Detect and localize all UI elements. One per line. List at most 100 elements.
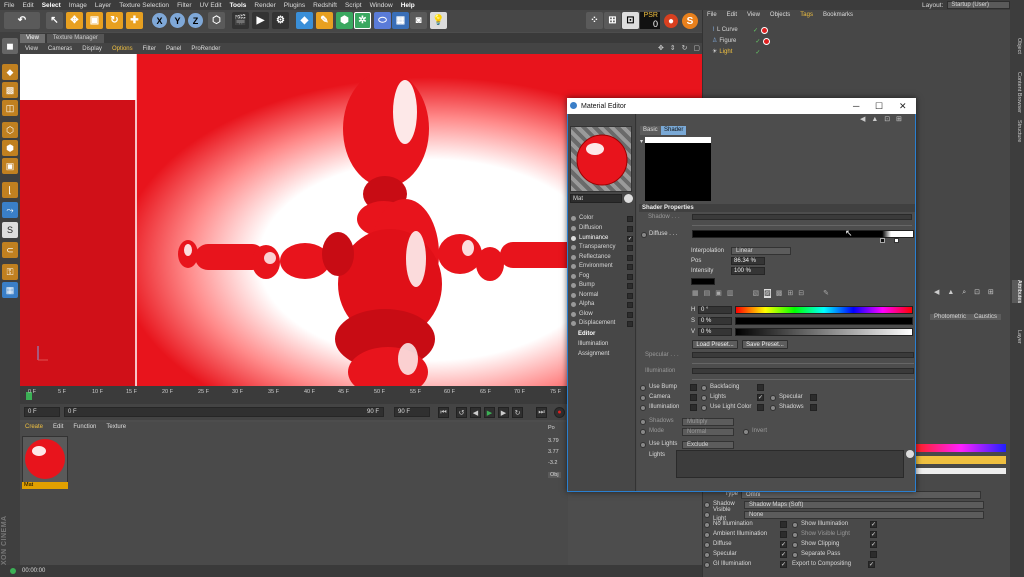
go-to-end-icon[interactable]: ⏭ [536,407,547,418]
coords-mode-button[interactable]: Obj [548,472,561,478]
menu-render[interactable]: Render [250,2,279,9]
radio[interactable] [792,541,798,548]
saturation-slider[interactable] [735,317,913,325]
object-row-lcurve[interactable]: ⌇ L Curve ✓ [712,26,797,35]
channel-checkbox[interactable] [627,225,633,232]
menu-redshift[interactable]: Redshift [309,2,341,9]
menu-layer[interactable]: Layer [91,2,115,9]
render-view-icon[interactable]: 🎬 [232,12,249,29]
material-options-icon[interactable] [624,194,633,203]
object-row-light[interactable]: ☀ Light ✓ [712,48,797,57]
value-slider[interactable] [735,328,913,336]
checkbox[interactable]: ✓ [780,551,787,558]
lock-icon[interactable]: ⊡ [622,12,639,29]
lights-list[interactable] [676,450,904,478]
make-editable-icon[interactable]: ◼ [2,38,18,54]
rgb-mode-icon[interactable]: ▧ [753,289,760,298]
pos-field[interactable]: 86.34 % [731,257,765,265]
start-frame-field[interactable]: 0 F [24,407,60,417]
checkbox[interactable] [810,404,817,411]
previous-frame-icon[interactable]: ◀ [470,407,481,418]
undo-icon[interactable]: ↶ [4,12,40,29]
menu-texture-selection[interactable]: Texture Selection [115,2,173,9]
z-axis-icon[interactable]: Z [188,13,203,28]
checkbox[interactable] [780,531,787,538]
obj-menu-file[interactable]: File [702,12,722,18]
kelvin-mode-icon[interactable]: ▩ [776,289,783,298]
visibility-check-icon[interactable]: ✓ [755,50,761,56]
tweak-mode-icon[interactable]: ⤳ [2,202,18,218]
checkbox[interactable] [690,404,697,411]
s-field[interactable]: 0 % [698,317,732,325]
channel-checkbox[interactable] [627,292,633,299]
array-icon[interactable]: ✲ [354,12,371,29]
lock-workplane-icon[interactable]: ⚿ [2,264,18,280]
close-icon[interactable]: ✕ [899,101,907,112]
menu-select[interactable]: Select [38,2,65,9]
illumination-gradient-bar[interactable] [692,368,914,374]
v-field[interactable]: 0 % [698,328,732,336]
checkbox[interactable] [690,394,697,401]
mat-menu-edit[interactable]: Edit [48,424,68,430]
checkbox[interactable]: ✓ [870,531,877,538]
channel-glow[interactable]: Glow [571,310,633,319]
channel-luminance[interactable]: Luminance ✓ [571,234,633,243]
channel-checkbox[interactable] [627,254,633,261]
radio[interactable] [640,394,646,401]
radio[interactable] [640,418,646,425]
shadow-radio[interactable] [704,501,710,508]
points-mode-icon[interactable]: ⬡ [2,122,18,138]
visible-light-radio[interactable] [704,511,710,518]
substance-icon[interactable]: S [682,13,698,29]
illumination-gradient-knots[interactable] [692,376,914,380]
subdivision-icon[interactable]: ⬢ [336,12,353,29]
checkbox[interactable] [780,521,787,528]
save-preset-button[interactable]: Save Preset... [742,340,788,349]
go-to-start-icon[interactable]: ⏮ [438,407,449,418]
shader-preview[interactable] [645,137,711,201]
radio[interactable] [792,521,798,528]
color-hue-strip[interactable] [916,444,1006,452]
menu-help[interactable]: Help [397,2,419,9]
menu-uv-edit[interactable]: UV Edit [196,2,226,9]
material-editor-titlebar[interactable]: Material Editor ─ ☐ ✕ [567,98,916,114]
coord-z[interactable]: -3.2 [548,460,557,466]
obj-menu-bookmarks[interactable]: Bookmarks [818,12,858,18]
h-field[interactable]: 0 ° [698,306,732,314]
channel-checkbox[interactable] [627,301,633,308]
tab-texture-manager[interactable]: Texture Manager [46,33,104,43]
radio[interactable] [640,384,646,391]
channel-displacement[interactable]: Displacement [571,319,633,328]
axis-mode-icon[interactable]: ⌊ [2,182,18,198]
mode-dropdown[interactable]: Normal [682,427,734,436]
shadows-dropdown[interactable]: Multiply [682,417,734,426]
radio[interactable] [704,541,710,548]
hue-slider[interactable] [735,306,913,314]
next-frame-icon[interactable]: ▶ [498,407,509,418]
knot-color-swatch[interactable] [691,278,715,285]
channel-color[interactable]: Color [571,214,633,223]
shader-collapse-icon[interactable]: ▾ [640,138,643,145]
channel-normal[interactable]: Normal [571,291,633,300]
object-row-figure[interactable]: ♙ Figure ✓ [712,37,797,46]
render-settings-icon[interactable]: ⚙ [272,12,289,29]
menu-tools[interactable]: Tools [226,2,251,9]
viewport-menu-filter[interactable]: Filter [138,46,161,52]
diffuse-gradient-bar[interactable] [692,230,914,238]
maximize-icon[interactable]: ☐ [875,101,883,112]
spectrum-icon[interactable]: ▤ [704,289,711,298]
radio[interactable] [704,551,710,558]
polygons-mode-icon[interactable]: ▣ [2,158,18,174]
channel-checkbox[interactable] [627,244,633,251]
rotate-tool-icon[interactable]: ↻ [106,12,123,29]
shadow-gradient-bar[interactable] [692,214,912,220]
checkbox[interactable]: ✓ [870,521,877,528]
add-tool-icon[interactable]: ✚ [126,12,143,29]
snap-icon[interactable]: ⁘ [586,12,603,29]
coord-x[interactable]: 3.79 [548,438,559,444]
x-axis-icon[interactable]: X [152,13,167,28]
checkbox[interactable]: ✓ [870,541,877,548]
visibility-check-icon[interactable]: ✓ [755,39,761,45]
use-lights-dropdown[interactable]: Exclude [682,440,734,449]
checkbox[interactable] [810,394,817,401]
